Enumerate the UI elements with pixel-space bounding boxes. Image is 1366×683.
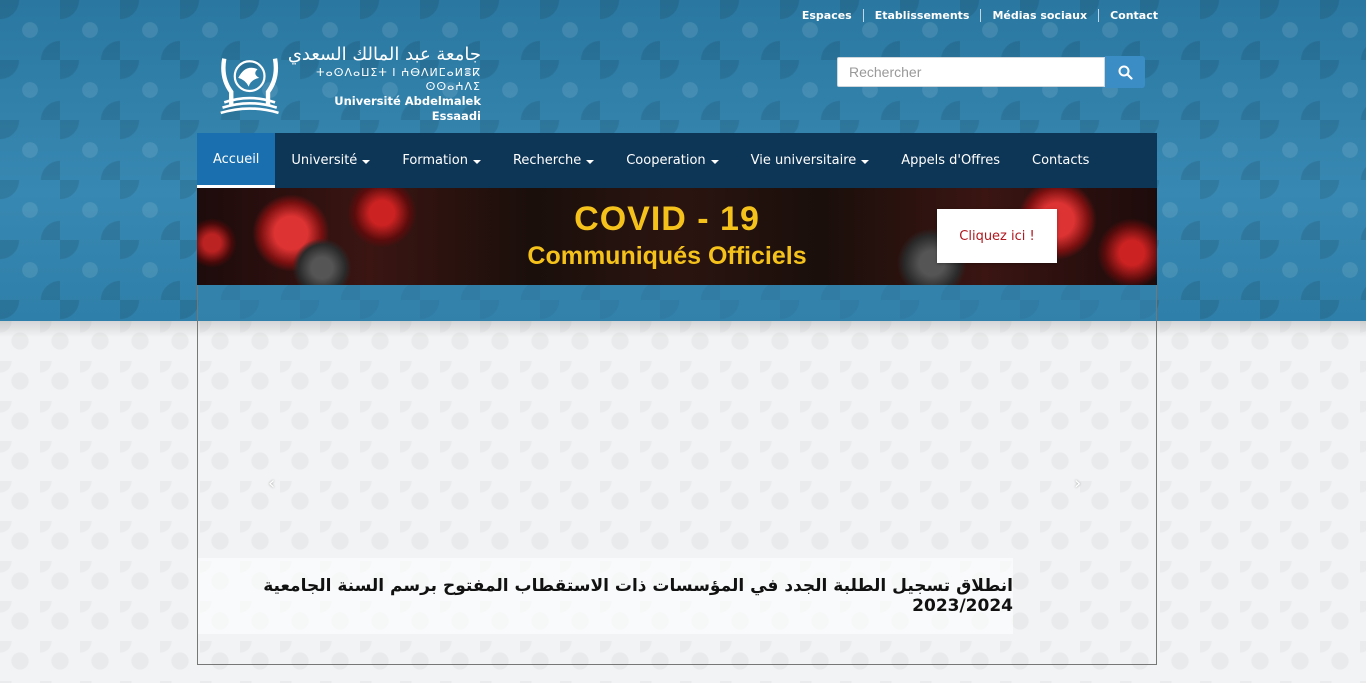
nav-label: Accueil — [213, 151, 260, 167]
nav-accueil[interactable]: Accueil — [197, 133, 276, 188]
slider-top-strip — [198, 285, 1156, 321]
link-contact[interactable]: Contact — [1099, 9, 1158, 22]
link-medias-sociaux[interactable]: Médias sociaux — [981, 9, 1100, 22]
logo-french-name: Université Abdelmalek Essaadi — [334, 94, 481, 123]
nav-label: Contacts — [1032, 153, 1090, 168]
caret-down-icon — [710, 159, 719, 164]
covid-banner[interactable]: COVID - 19 Communiqués Officiels Cliquez… — [197, 188, 1157, 285]
university-logo[interactable]: جامعة عبد المالك السعدي ⵜⴰⵙⴷⴰⵡⵉⵜ ⵏ ⵄⴱⴷⵍⵎ… — [219, 44, 481, 124]
caret-down-icon — [472, 159, 481, 164]
covid-cta-button[interactable]: Cliquez ici ! — [937, 209, 1057, 263]
caret-down-icon — [362, 159, 371, 164]
university-emblem-icon — [220, 58, 279, 115]
caret-down-icon — [861, 159, 870, 164]
nav-appels-offres[interactable]: Appels d'Offres — [885, 133, 1016, 188]
slide-caption-text: انطلاق تسجيل الطلبة الجدد في المؤسسات ذا… — [263, 576, 1013, 616]
nav-universite[interactable]: Université — [275, 133, 386, 188]
search-form — [837, 56, 1145, 88]
search-input[interactable] — [837, 57, 1105, 87]
nav-label: Cooperation — [626, 153, 706, 168]
search-button[interactable] — [1105, 56, 1145, 88]
logo-text: جامعة عبد المالك السعدي ⵜⴰⵙⴷⴰⵡⵉⵜ ⵏ ⵄⴱⴷⵍⵎ… — [284, 44, 481, 124]
search-icon — [1118, 65, 1133, 80]
main-navigation: Accueil Université Formation Recherche C… — [197, 133, 1157, 188]
nav-label: Formation — [402, 153, 468, 168]
chevron-right-icon[interactable]: › — [1074, 473, 1081, 494]
link-etablissements[interactable]: Etablissements — [864, 9, 982, 22]
logo-tifinagh-name: ⵜⴰⵙⴷⴰⵡⵉⵜ ⵏ ⵄⴱⴷⵍⵎⴰⵍⴻⴽ ⵙⵙⴰⵄⴷⵉ — [316, 66, 481, 93]
logo-arabic-name: جامعة عبد المالك السعدي — [287, 44, 481, 65]
chevron-left-icon[interactable]: ‹ — [268, 473, 275, 494]
link-espaces[interactable]: Espaces — [791, 9, 864, 22]
nav-label: Recherche — [512, 153, 582, 168]
utility-links: Espaces Etablissements Médias sociaux Co… — [791, 9, 1158, 22]
nav-cooperation[interactable]: Cooperation — [610, 133, 734, 188]
nav-formation[interactable]: Formation — [386, 133, 497, 188]
nav-label: Vie universitaire — [750, 153, 857, 168]
news-slider: ‹ › انطلاق تسجيل الطلبة الجدد في المؤسسا… — [197, 285, 1157, 665]
nav-label: Appels d'Offres — [901, 153, 1001, 168]
slide-caption[interactable]: انطلاق تسجيل الطلبة الجدد في المؤسسات ذا… — [198, 558, 1013, 634]
nav-contacts[interactable]: Contacts — [1016, 133, 1105, 188]
nav-vie-universitaire[interactable]: Vie universitaire — [735, 133, 886, 188]
nav-recherche[interactable]: Recherche — [497, 133, 610, 188]
caret-down-icon — [586, 159, 595, 164]
nav-label: Université — [291, 153, 358, 168]
